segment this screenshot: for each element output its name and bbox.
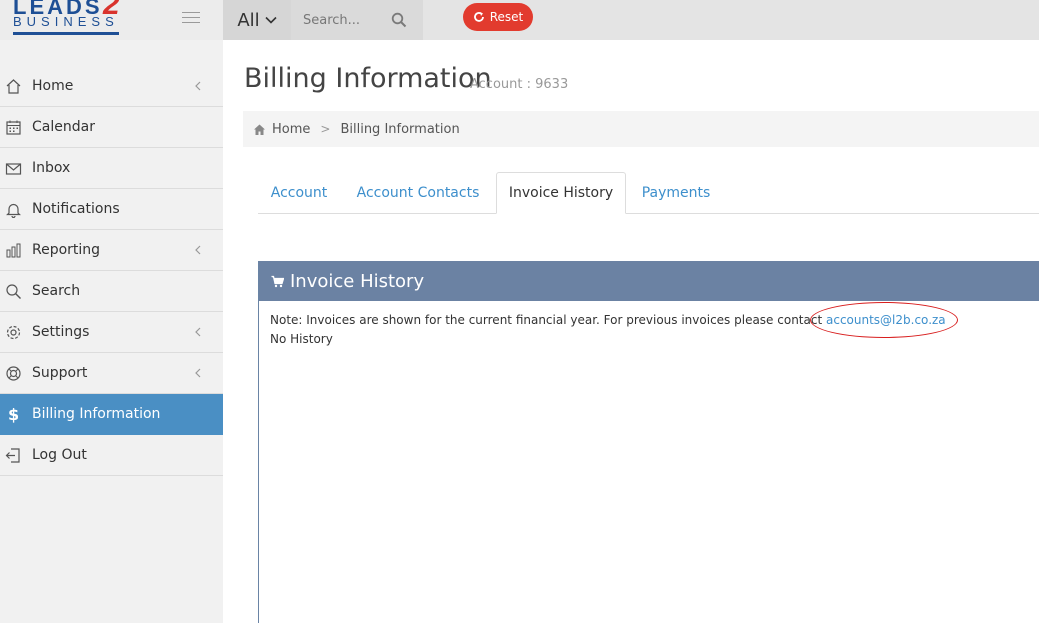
breadcrumb-home-link[interactable]: Home: [272, 122, 310, 137]
search-icon: [6, 284, 21, 299]
logo-underline: [13, 32, 119, 35]
calendar-icon: [6, 120, 21, 135]
sidebar-item-label: Calendar: [32, 119, 95, 135]
sidebar-item-label: Search: [32, 283, 81, 299]
home-icon: [254, 124, 265, 135]
invoice-history-panel: Invoice History Note: Invoices are shown…: [258, 261, 1039, 623]
no-history-text: No History: [270, 332, 333, 346]
email-wrap: accounts@l2b.co.za: [810, 302, 958, 338]
sidebar-item-label: Settings: [32, 324, 90, 340]
dollar-icon: $: [8, 404, 20, 424]
sidebar-item-reporting[interactable]: Reporting: [0, 230, 223, 271]
sidebar-item-inbox[interactable]: Inbox: [0, 148, 223, 189]
bell-icon: [6, 203, 21, 218]
breadcrumb: Home > Billing Information: [243, 111, 1039, 147]
sidebar-item-log-out[interactable]: Log Out: [0, 435, 223, 476]
sidebar-item-billing-information[interactable]: $ Billing Information: [0, 394, 223, 435]
sidebar-item-label: Inbox: [32, 160, 71, 176]
invoice-note: Note: Invoices are shown for the current…: [270, 302, 1028, 338]
logout-icon: [5, 448, 20, 463]
shopping-cart-icon: [271, 275, 284, 287]
search-input[interactable]: [291, 0, 391, 40]
panel-header: Invoice History: [259, 261, 1039, 301]
breadcrumb-current: Billing Information: [340, 121, 460, 137]
sidebar-item-notifications[interactable]: Notifications: [0, 189, 223, 230]
bar-chart-icon: [6, 243, 21, 258]
envelope-icon: [5, 163, 22, 175]
gear-icon: [6, 325, 21, 340]
filter-dropdown[interactable]: All: [223, 0, 291, 40]
sidebar-item-label: Notifications: [32, 201, 120, 217]
reset-button[interactable]: Reset: [463, 3, 533, 31]
tab-bar: Account Account Contacts Invoice History…: [258, 172, 1039, 214]
logo-area: LEADS 2 BUSINESS: [0, 0, 223, 40]
panel-body: Note: Invoices are shown for the current…: [259, 301, 1039, 359]
account-number: Account : 9633: [470, 77, 569, 92]
sidebar-item-label: Home: [32, 78, 74, 94]
logo[interactable]: LEADS 2 BUSINESS: [13, 0, 123, 38]
sidebar-item-label: Billing Information: [32, 406, 161, 422]
chevron-down-icon: [265, 16, 277, 24]
refresh-icon: [473, 12, 484, 22]
search-icon[interactable]: [391, 12, 407, 28]
chevron-left-icon: [195, 81, 201, 91]
sidebar-item-label: Reporting: [32, 242, 101, 258]
sidebar-item-calendar[interactable]: Calendar: [0, 107, 223, 148]
sidebar-item-home[interactable]: Home: [0, 66, 223, 107]
tab-payments[interactable]: Payments: [634, 172, 718, 214]
sidebar: Home Calendar Inbox Notifications Report…: [0, 66, 223, 476]
chevron-left-icon: [195, 368, 201, 378]
page-title: Billing Information: [244, 63, 492, 94]
top-bar: LEADS 2 BUSINESS All Reset: [0, 0, 1039, 40]
accounts-email-link[interactable]: accounts@l2b.co.za: [826, 313, 946, 327]
sidebar-item-settings[interactable]: Settings: [0, 312, 223, 353]
filter-label: All: [237, 9, 260, 31]
sidebar-item-label: Support: [32, 365, 88, 381]
sidebar-item-label: Log Out: [32, 447, 87, 463]
home-icon: [6, 79, 21, 94]
sidebar-item-support[interactable]: Support: [0, 353, 223, 394]
search-box: [291, 0, 423, 40]
breadcrumb-separator: >: [320, 122, 331, 136]
note-text: Note: Invoices are shown for the current…: [270, 313, 823, 327]
tab-account-contacts[interactable]: Account Contacts: [348, 172, 488, 214]
logo-text-bottom: BUSINESS: [13, 14, 119, 29]
lifebuoy-icon: [6, 366, 21, 381]
chevron-left-icon: [195, 327, 201, 337]
tab-account[interactable]: Account: [258, 172, 340, 214]
tab-invoice-history[interactable]: Invoice History: [496, 172, 626, 214]
sidebar-item-search[interactable]: Search: [0, 271, 223, 312]
menu-toggle-icon[interactable]: [182, 12, 200, 26]
chevron-left-icon: [195, 245, 201, 255]
reset-label: Reset: [489, 10, 524, 24]
main-content: Billing Information Account : 9633 Home …: [223, 40, 1039, 623]
panel-title: Invoice History: [290, 270, 425, 292]
